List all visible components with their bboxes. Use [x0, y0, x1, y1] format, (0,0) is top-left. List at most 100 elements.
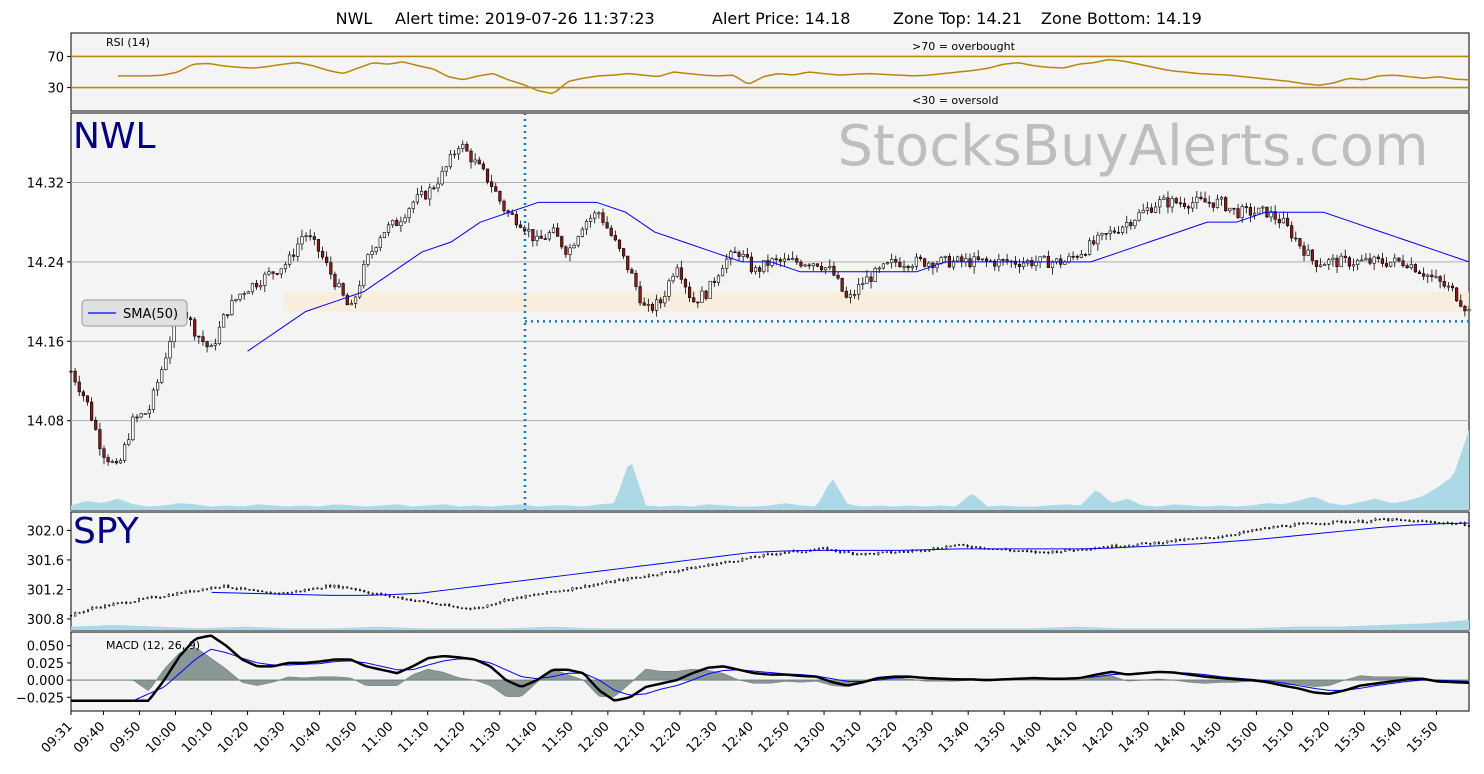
nwl-candle [378, 237, 382, 248]
spy-candle [626, 577, 629, 581]
nwl-candle [485, 168, 490, 183]
x-tick-label: 11:20 [431, 719, 468, 756]
nwl-candle [234, 298, 238, 301]
spy-candle [1179, 539, 1182, 541]
spy-candle [120, 601, 123, 604]
spy-candle [1421, 520, 1424, 522]
spy-candle [613, 580, 616, 583]
nwl-candle [865, 276, 869, 284]
spy-candle [329, 585, 332, 588]
spy-candle [707, 563, 710, 567]
nwl-candle [77, 381, 81, 393]
spy-candle [805, 551, 808, 554]
nwl-candle [778, 259, 782, 262]
nwl-candle [852, 294, 857, 296]
nwl-candle [543, 238, 547, 240]
spy-candle [354, 588, 357, 591]
nwl-candle [1413, 264, 1417, 273]
nwl-candle [927, 262, 931, 267]
nwl-candle [1120, 226, 1125, 233]
spy-candle [150, 596, 153, 598]
spy-candle [312, 587, 315, 590]
spy-candle [201, 588, 204, 592]
spy-candle [363, 590, 366, 593]
x-tick-label: 10:00 [143, 719, 180, 756]
spy-candle [460, 607, 463, 610]
nwl-candle [263, 273, 267, 286]
spy-candle [74, 612, 77, 617]
spy-candle [1353, 521, 1356, 524]
spy-candle [1038, 551, 1041, 554]
nwl-candle [139, 413, 143, 418]
nwl-candle [1430, 274, 1434, 278]
spy-candle [371, 592, 374, 595]
x-tick-label: 14:40 [1152, 719, 1189, 756]
x-tick-label: 13:30 [900, 719, 937, 756]
x-tick-label: 09:40 [71, 719, 108, 756]
nwl-candle [877, 267, 881, 270]
spy-candle [558, 590, 561, 593]
spy-candle [860, 553, 863, 555]
nwl-candle [1195, 196, 1199, 203]
nwl-candle [469, 150, 473, 163]
panel-frame [70, 631, 1470, 712]
spy-candle [537, 593, 540, 596]
nwl-candle [448, 154, 452, 168]
spy-candle [902, 551, 905, 553]
spy-candle [979, 546, 982, 549]
nwl-candle [547, 232, 551, 240]
legend-label: SMA(50) [123, 307, 178, 322]
ticker-label: NWL [73, 116, 156, 157]
macd-title: MACD (12, 26, 9) [106, 639, 200, 652]
nwl-candle [85, 395, 90, 403]
spy-candle [95, 606, 98, 609]
nwl-candle [1228, 207, 1232, 212]
spy-candle [554, 590, 557, 593]
spy-candle [1238, 532, 1241, 535]
spy-candle [1068, 549, 1071, 551]
spy-candle [282, 592, 285, 595]
spy-candle [856, 553, 859, 555]
nwl-candle [1331, 257, 1335, 261]
y-tick-label: 302.0 [27, 524, 64, 539]
nwl-candle [1393, 257, 1397, 263]
nwl-candle [1442, 281, 1446, 287]
spy-candle [690, 567, 693, 570]
nwl-candle [766, 260, 770, 266]
spy-candle [643, 576, 646, 579]
spy-candle [762, 554, 765, 558]
spy-candle [575, 587, 578, 589]
spy-candle [1221, 536, 1224, 538]
nwl-candle [642, 302, 646, 306]
nwl-candle [1125, 222, 1129, 228]
nwl-candle [667, 280, 671, 297]
spy-candle [482, 606, 485, 609]
spy-candle [358, 589, 361, 592]
spy-candle [1089, 548, 1092, 551]
spy-candle [307, 589, 310, 591]
nwl-candle [745, 254, 749, 258]
nwl-candle [828, 265, 832, 268]
nwl-candle [329, 262, 333, 275]
nwl-candle [687, 286, 692, 298]
nwl-candle [1248, 207, 1253, 216]
spy-candle [320, 587, 323, 590]
spy-candle [775, 553, 778, 556]
nwl-candle [151, 389, 156, 410]
nwl-candle [659, 299, 663, 304]
spy-candle [82, 611, 85, 613]
spy-candle [1196, 537, 1199, 540]
spy-candle [541, 593, 544, 595]
nwl-candle [283, 264, 288, 270]
nwl-candle [419, 191, 424, 196]
nwl-candle [308, 235, 312, 238]
spy-candle [851, 552, 854, 555]
nwl-candle [753, 267, 758, 273]
ticker-label: SPY [73, 511, 140, 552]
nwl-candle [683, 279, 688, 288]
spy-candle [885, 551, 888, 553]
nwl-candle [1314, 260, 1319, 267]
spy-candle [1268, 527, 1271, 529]
spy-candle [962, 544, 965, 546]
spy-candle [337, 584, 340, 589]
